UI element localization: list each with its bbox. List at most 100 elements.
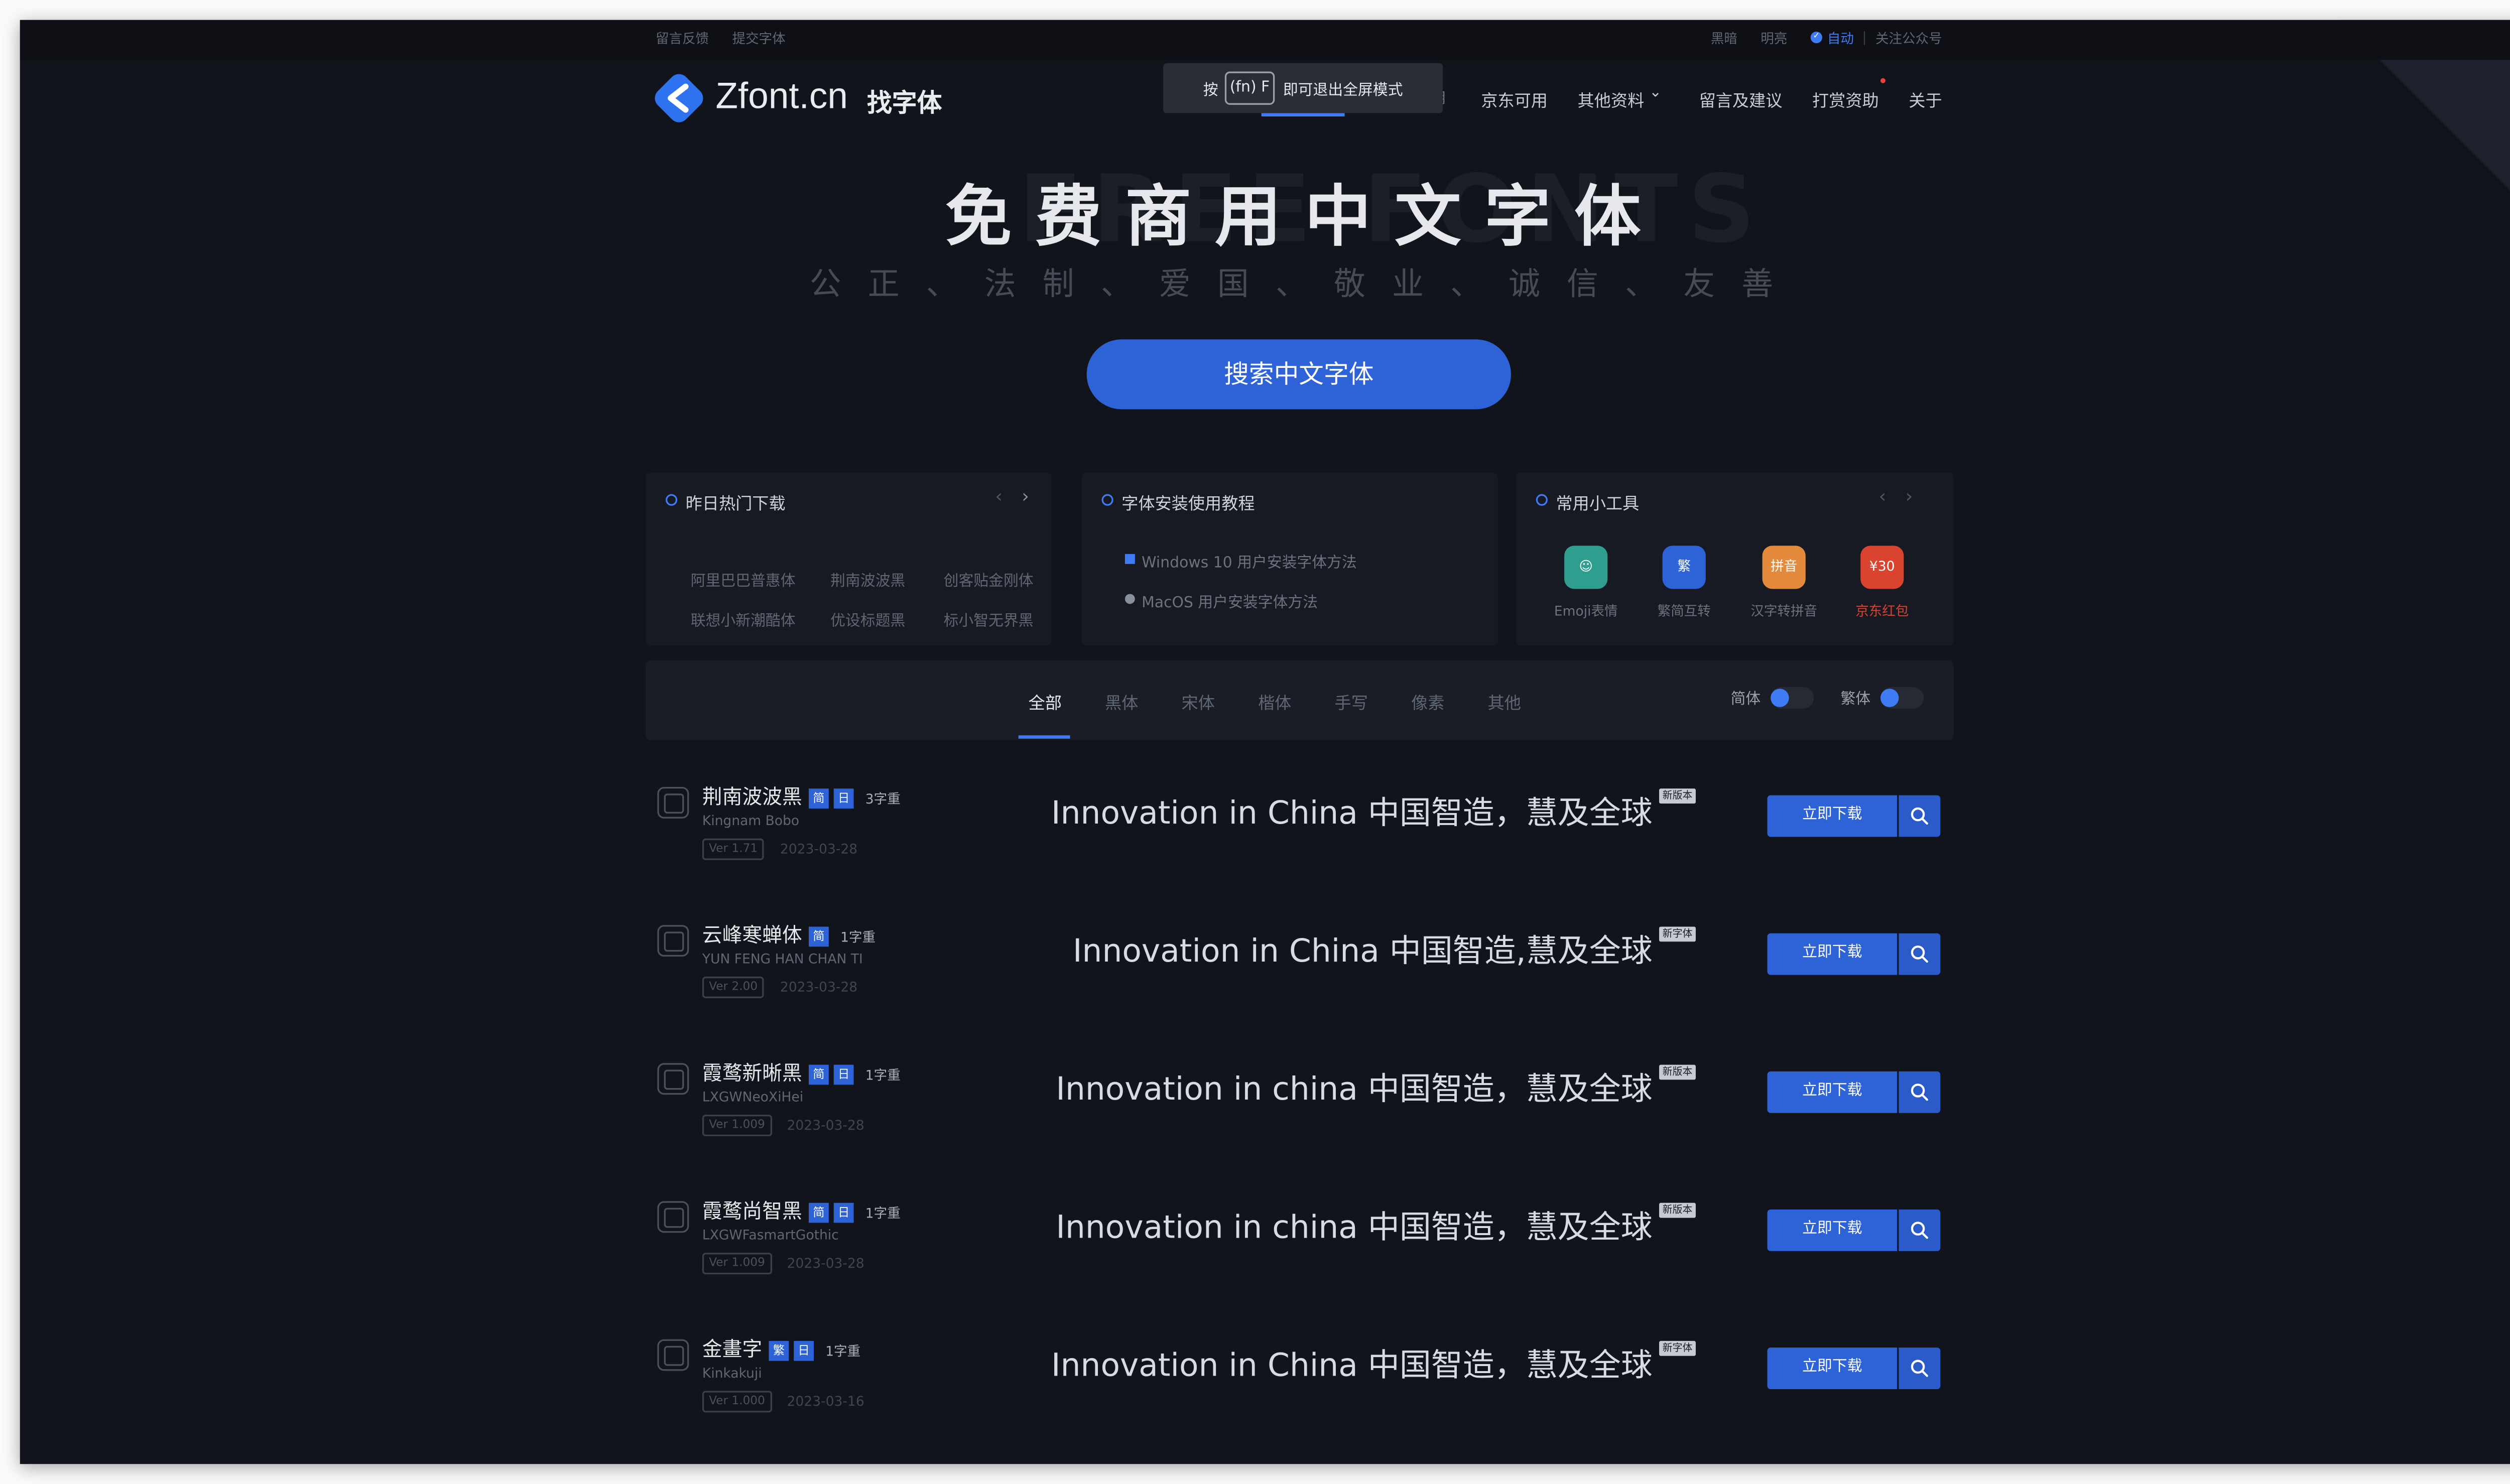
- nav-item-resources[interactable]: 其他资料: [1578, 86, 1645, 111]
- font-version: Ver 2.00: [702, 976, 765, 998]
- font-date: 2023-03-28: [787, 1256, 864, 1271]
- font-weight-count: 1字重: [840, 930, 876, 945]
- chevron-right-icon[interactable]: ›: [1906, 486, 1913, 507]
- font-english-name: YUN FENG HAN CHAN TI: [702, 952, 863, 967]
- font-name[interactable]: 霞鹜新晰黑: [702, 1058, 802, 1086]
- font-file-icon: [657, 1339, 689, 1371]
- nav-item-feedback[interactable]: 留言及建议: [1699, 86, 1783, 111]
- font-english-name: Kinkakuji: [702, 1366, 762, 1381]
- preview-search-button[interactable]: [1899, 1347, 1941, 1390]
- tutorial-item-windows[interactable]: Windows 10 用户安装字体方法: [1142, 551, 1357, 572]
- font-tag: 简: [809, 926, 829, 947]
- font-row: 霞鹜尚智黑 简日 1字重 LXGWFasmartGothic Ver 1.009…: [646, 1181, 1954, 1298]
- nav-item-jd[interactable]: 京东可用: [1481, 86, 1548, 111]
- separator: |: [1862, 30, 1867, 45]
- convert-icon[interactable]: 繁: [1662, 546, 1706, 589]
- notification-dot: [1880, 78, 1886, 83]
- download-button[interactable]: 立即下载: [1767, 933, 1898, 975]
- preview-search-button[interactable]: [1899, 933, 1941, 975]
- font-version: Ver 1.009: [702, 1253, 772, 1275]
- font-name[interactable]: 云峰寒蝉体: [702, 920, 802, 948]
- fullscreen-toast: 按 (fn) F 即可退出全屏模式: [1163, 63, 1443, 113]
- nav-item-donate[interactable]: 打赏资助: [1812, 86, 1879, 111]
- circle-icon: [1536, 494, 1548, 506]
- preview-search-button[interactable]: [1899, 1071, 1941, 1113]
- font-name[interactable]: 金畫字: [702, 1334, 762, 1363]
- tab-kaiti[interactable]: 楷体: [1258, 689, 1291, 714]
- download-button[interactable]: 立即下载: [1767, 1347, 1898, 1390]
- font-preview: Innovation in China 中国智造，慧及全球: [1051, 1347, 1653, 1385]
- preview-search-button[interactable]: [1899, 1209, 1941, 1251]
- search-icon: [1911, 946, 1928, 963]
- new-badge: 新字体: [1659, 1340, 1696, 1356]
- font-english-name: Kingnam Bobo: [702, 814, 800, 829]
- new-badge: 新版本: [1659, 1064, 1696, 1080]
- chevron-left-icon[interactable]: ‹: [995, 486, 1002, 507]
- pinyin-icon[interactable]: 拼音: [1762, 546, 1806, 589]
- font-name[interactable]: 霞鹜尚智黑: [702, 1196, 802, 1224]
- font-file-icon: [657, 1063, 689, 1095]
- font-date: 2023-03-28: [780, 980, 858, 995]
- download-button[interactable]: 立即下载: [1767, 795, 1898, 837]
- font-row: 荆南波波黑 简日 3字重 Kingnam Bobo Ver 1.71 2023-…: [646, 767, 1954, 883]
- tools-title: 常用小工具: [1556, 495, 1640, 514]
- logo-name[interactable]: Zfont.cn: [715, 75, 847, 118]
- tab-heiti[interactable]: 黑体: [1105, 689, 1138, 714]
- tool-label-jd[interactable]: 京东红包: [1816, 602, 1949, 620]
- hot-item[interactable]: 联想小新潮酷体: [691, 609, 796, 630]
- new-badge: 新版本: [1659, 1202, 1696, 1218]
- simplified-toggle[interactable]: [1771, 687, 1814, 709]
- download-button[interactable]: 立即下载: [1767, 1071, 1898, 1113]
- font-tag: 日: [833, 1064, 854, 1085]
- red-packet-icon[interactable]: ¥30: [1860, 546, 1904, 589]
- chevron-right-icon[interactable]: ›: [1022, 486, 1029, 507]
- download-button[interactable]: 立即下载: [1767, 1209, 1898, 1251]
- tab-pixel[interactable]: 像素: [1411, 689, 1444, 714]
- hot-item[interactable]: 荆南波波黑: [830, 569, 905, 591]
- search-icon: [1911, 1222, 1928, 1239]
- theme-light-link[interactable]: 明亮: [1761, 30, 1787, 48]
- font-row: 霞鹜新晰黑 简日 1字重 LXGWNeoXiHei Ver 1.009 2023…: [646, 1043, 1954, 1160]
- font-english-name: LXGWFasmartGothic: [702, 1228, 839, 1243]
- submit-font-link[interactable]: 提交字体: [732, 30, 786, 48]
- traditional-toggle[interactable]: [1880, 687, 1924, 709]
- font-name[interactable]: 荆南波波黑: [702, 782, 802, 810]
- font-file-icon: [657, 1201, 689, 1233]
- apple-icon: [1124, 594, 1135, 604]
- logo-icon[interactable]: [651, 70, 707, 126]
- tab-handwriting[interactable]: 手写: [1335, 689, 1368, 714]
- theme-auto-link[interactable]: 自动: [1827, 30, 1854, 48]
- font-tag: 日: [833, 788, 854, 809]
- nav-item-about[interactable]: 关于: [1909, 86, 1942, 111]
- new-badge: 新版本: [1659, 788, 1696, 804]
- hot-item[interactable]: 创客贴金刚体: [944, 569, 1034, 591]
- emoji-icon[interactable]: ☺: [1564, 546, 1608, 589]
- hot-item[interactable]: 标小智无界黑: [944, 609, 1034, 630]
- tutorial-title: 字体安装使用教程: [1121, 495, 1255, 514]
- search-fonts-button[interactable]: 搜索中文字体: [1086, 339, 1512, 410]
- toggle-knob: [1880, 689, 1899, 707]
- font-tag: 简: [809, 1202, 829, 1223]
- font-date: 2023-03-28: [787, 1118, 864, 1133]
- tab-all[interactable]: 全部: [1029, 689, 1062, 714]
- theme-dark-link[interactable]: 黑暗: [1711, 30, 1737, 48]
- chevron-down-icon: ⌄: [1649, 85, 1662, 102]
- preview-search-button[interactable]: [1899, 795, 1941, 837]
- hot-item[interactable]: 优设标题黑: [830, 609, 905, 630]
- font-weight-count: 1字重: [825, 1344, 861, 1360]
- tab-other[interactable]: 其他: [1488, 689, 1521, 714]
- toast-message: 即可退出全屏模式: [1283, 83, 1403, 100]
- chevron-left-icon[interactable]: ‹: [1879, 486, 1887, 507]
- logo-subtitle[interactable]: 找字体: [867, 85, 942, 120]
- circle-icon: [666, 494, 678, 506]
- hot-item[interactable]: 阿里巴巴普惠体: [691, 569, 796, 591]
- hero-title: 免费商用中文字体: [945, 180, 1664, 256]
- feedback-link[interactable]: 留言反馈: [656, 30, 709, 48]
- tab-active-underline: [1018, 735, 1070, 739]
- simplified-label: 简体: [1730, 692, 1761, 709]
- font-preview: Innovation in china 中国智造，慧及全球: [1056, 1071, 1653, 1108]
- nav-active-underline: [1261, 113, 1345, 117]
- tab-songti[interactable]: 宋体: [1182, 689, 1215, 714]
- follow-link[interactable]: 关注公众号: [1875, 30, 1942, 48]
- tutorial-item-macos[interactable]: MacOS 用户安装字体方法: [1142, 591, 1318, 612]
